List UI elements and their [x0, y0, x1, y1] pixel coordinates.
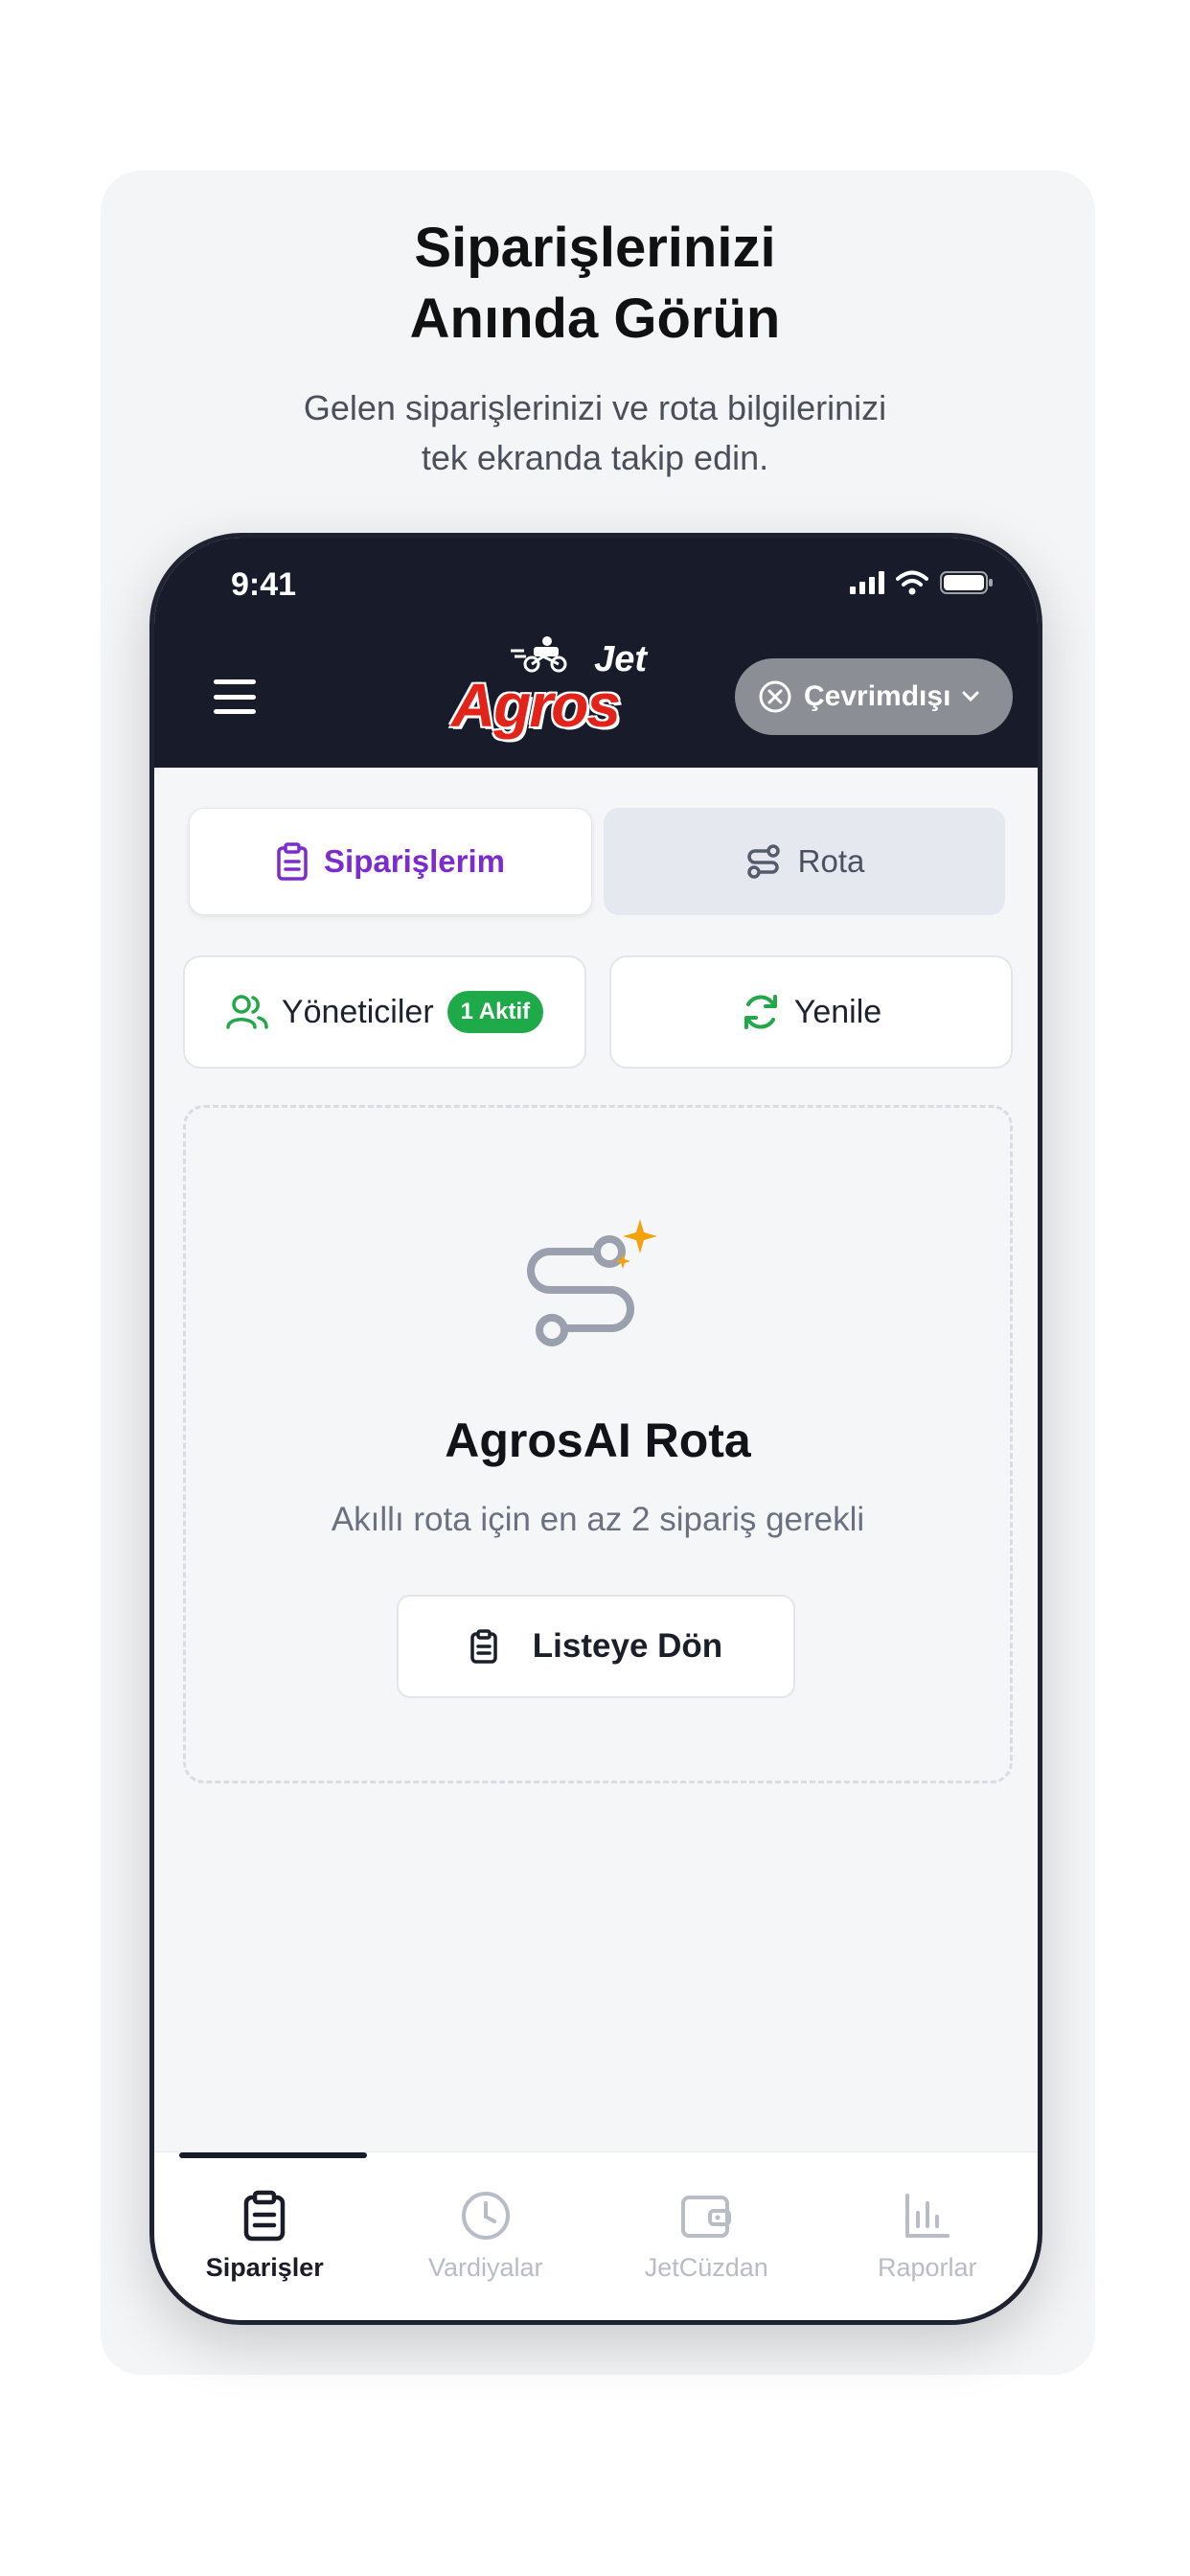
tabbar-label-siparisler: Siparişler [205, 2253, 324, 2282]
tabbar-item-raporlar[interactable]: Raporlar [817, 2152, 1039, 2320]
managers-button[interactable]: Yöneticiler 1 Aktif [183, 955, 586, 1069]
active-tab-indicator [179, 2152, 367, 2158]
wifi-icon [896, 570, 928, 595]
tab-rota[interactable]: Rota [604, 808, 1005, 915]
refresh-button[interactable]: Yenile [609, 955, 1013, 1069]
refresh-label: Yenile [793, 993, 882, 1030]
clipboard-icon [277, 842, 308, 881]
route-icon [746, 844, 780, 879]
tabbar-item-siparisler[interactable]: Siparişler [154, 2152, 376, 2320]
app-header: 9:41 Jet Agros Çevrimdışı [154, 538, 1038, 768]
signal-icon [850, 571, 884, 594]
battery-icon [940, 571, 993, 594]
clock-icon [461, 2192, 510, 2240]
status-icons [850, 570, 994, 595]
promo-subtitle-line2: tek ekranda takip edin. [421, 438, 769, 477]
empty-state-panel: AgrosAI Rota Akıllı rota için en az 2 si… [183, 1105, 1013, 1783]
bar-chart-icon [904, 2194, 950, 2238]
tabbar-item-jetcuzdan[interactable]: JetCüzdan [596, 2152, 817, 2320]
close-circle-icon [759, 680, 791, 713]
users-icon [226, 995, 268, 1029]
logo-agros-text: Agros [451, 671, 621, 740]
bottom-tab-bar: Siparişler Vardiyalar JetCüzdan Raporlar [154, 2151, 1038, 2320]
empty-state-title: AgrosAI Rota [445, 1414, 751, 1467]
tabbar-label-raporlar: Raporlar [877, 2253, 977, 2282]
courier-rider-icon [511, 636, 567, 673]
phone-frame: 9:41 Jet Agros Çevrimdışı Siparişlerim R… [149, 533, 1042, 2325]
tabbar-label-vardiyalar: Vardiyalar [427, 2253, 543, 2282]
clipboard-icon [470, 1629, 497, 1664]
view-segmented-control: Siparişlerim Rota [189, 808, 1005, 915]
hamburger-menu-button[interactable] [214, 679, 256, 714]
tab-rota-label: Rota [797, 843, 865, 879]
action-row: Yöneticiler 1 Aktif Yenile [183, 955, 1013, 1069]
promo-subtitle: Gelen siparişlerinizi ve rota bilgilerin… [0, 383, 1190, 483]
managers-label: Yöneticiler [281, 993, 434, 1030]
wallet-icon [681, 2196, 732, 2238]
empty-state-subtitle: Akıllı rota için en az 2 sipariş gerekli [331, 1501, 865, 1538]
status-label: Çevrimdışı [804, 680, 951, 712]
promo-title-line2: Anında Görün [409, 288, 781, 350]
tabbar-item-vardiyalar[interactable]: Vardiyalar [376, 2152, 597, 2320]
ai-route-icon [527, 1219, 657, 1346]
promo-subtitle-line1: Gelen siparişlerinizi ve rota bilgilerin… [303, 388, 887, 427]
online-status-dropdown[interactable]: Çevrimdışı [735, 658, 1013, 735]
refresh-icon [744, 995, 777, 1029]
tab-siparislerim[interactable]: Siparişlerim [189, 808, 592, 915]
promo-title-line1: Siparişlerinizi [414, 217, 776, 279]
promo-title: Siparişlerinizi Anında Görün [0, 213, 1190, 355]
jet-agros-logo: Jet Agros [451, 633, 652, 740]
tab-siparislerim-label: Siparişlerim [324, 843, 505, 879]
active-count-badge: 1 Aktif [446, 991, 544, 1033]
chevron-down-icon [962, 691, 979, 702]
back-to-list-label: Listeye Dön [532, 1627, 723, 1665]
tabbar-label-jetcuzdan: JetCüzdan [644, 2253, 768, 2282]
clipboard-icon [244, 2190, 286, 2242]
status-time: 9:41 [231, 566, 297, 603]
back-to-list-button[interactable]: Listeye Dön [397, 1595, 795, 1698]
